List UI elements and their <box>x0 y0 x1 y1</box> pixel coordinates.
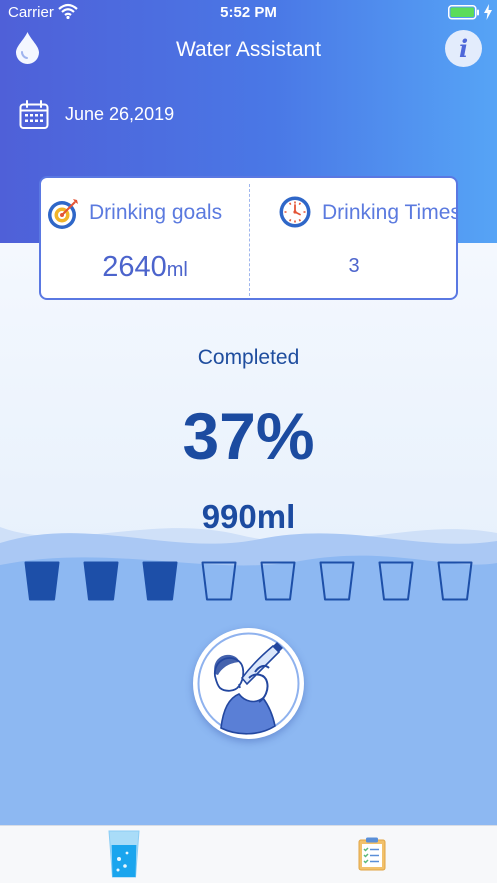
drinking-times-label: Drinking Times <box>322 201 458 224</box>
times-number: 3 <box>348 255 360 277</box>
drinking-goal-value: 2640ml <box>41 251 249 284</box>
status-time: 5:52 PM <box>220 4 277 21</box>
cup-filled-icon <box>142 561 178 601</box>
stats-card: Drinking goals 2640ml Drinking Times 3 <box>39 176 458 300</box>
cup-empty-icon <box>378 561 414 601</box>
cup-empty-icon <box>437 561 473 601</box>
goal-number: 2640 <box>102 251 167 283</box>
battery-icon <box>448 5 479 20</box>
cup-empty-icon <box>319 561 355 601</box>
status-bar: Carrier 5:52 PM <box>0 0 497 26</box>
calendar-icon <box>19 100 49 129</box>
cup-filled-icon <box>83 561 119 601</box>
drinking-goals-label: Drinking goals <box>89 201 223 224</box>
water-glass-icon[interactable] <box>108 829 140 879</box>
drinking-times-value: 3 <box>250 251 456 277</box>
cup-empty-icon <box>201 561 237 601</box>
consumed-amount: 990ml <box>201 498 296 535</box>
drinking-goal-panel[interactable]: Drinking goals 2640ml <box>41 178 249 298</box>
goal-unit: ml <box>166 259 188 281</box>
completion-percent: 37% <box>182 399 315 473</box>
target-icon <box>48 199 78 229</box>
cup-progress-row <box>0 561 497 603</box>
completed-label: Completed <box>197 346 300 369</box>
charging-bolt-icon <box>484 4 492 20</box>
cup-empty-icon <box>260 561 296 601</box>
info-icon: i <box>458 34 469 63</box>
clock-icon <box>279 196 311 228</box>
tab-bar <box>0 825 497 883</box>
clipboard-icon[interactable] <box>358 837 386 871</box>
info-button[interactable]: i <box>445 30 482 67</box>
drink-water-button[interactable] <box>193 628 304 739</box>
cup-filled-icon <box>24 561 60 601</box>
drinking-person-icon <box>197 632 300 735</box>
drinking-times-panel[interactable]: Drinking Times 3 <box>250 178 458 298</box>
page-title: Water Assistant <box>175 38 322 61</box>
current-date[interactable]: June 26,2019 <box>65 104 174 125</box>
